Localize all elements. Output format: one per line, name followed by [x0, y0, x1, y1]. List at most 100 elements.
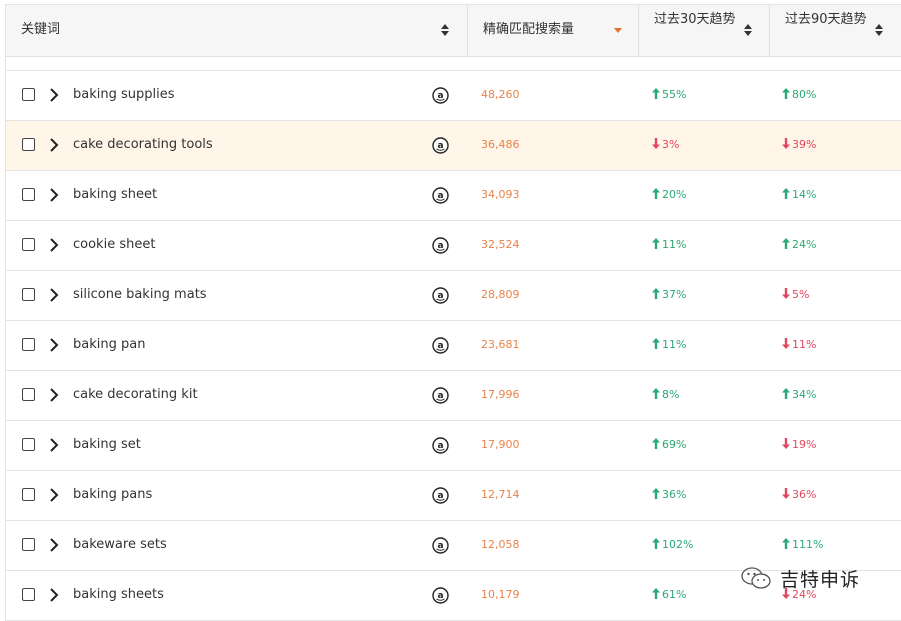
keyword-text: baking sheets	[73, 587, 164, 602]
arrow-up-icon	[652, 238, 662, 251]
table-row[interactable]: baking sheet a 34,093 20% 14%	[5, 171, 901, 221]
search-volume: 17,996	[481, 388, 520, 401]
arrow-up-icon	[652, 188, 662, 201]
trend30-percent: 55%	[662, 88, 687, 101]
search-volume: 23,681	[481, 338, 520, 351]
table-row[interactable]: cake decorating tools a 36,486 3% 39%	[5, 121, 901, 171]
trend90-percent: 80%	[792, 88, 817, 101]
amazon-icon[interactable]: a	[432, 237, 449, 254]
chevron-right-icon[interactable]	[47, 537, 61, 553]
search-volume: 48,260	[481, 88, 520, 101]
arrow-down-icon	[782, 438, 792, 451]
table-body: baking supplies a 48,260 55% 80% cake decorat…	[5, 71, 901, 621]
row-checkbox[interactable]	[22, 488, 35, 501]
amazon-icon[interactable]: a	[432, 137, 449, 154]
header-volume[interactable]: 精确匹配搜索量	[467, 5, 638, 56]
trend90-value: 36%	[782, 488, 816, 502]
row-checkbox[interactable]	[22, 588, 35, 601]
amazon-icon[interactable]: a	[432, 437, 449, 454]
table-spacer	[5, 57, 901, 71]
trend90-percent: 24%	[792, 238, 817, 251]
keyword-text: cake decorating kit	[73, 387, 198, 402]
arrow-up-icon	[782, 238, 792, 251]
keyword-text: bakeware sets	[73, 537, 167, 552]
search-volume: 12,058	[481, 538, 520, 551]
arrow-up-icon	[782, 188, 792, 201]
chevron-right-icon[interactable]	[47, 587, 61, 603]
arrow-up-icon	[652, 588, 662, 601]
amazon-icon[interactable]: a	[432, 487, 449, 504]
table-row[interactable]: cookie sheet a 32,524 11% 24%	[5, 221, 901, 271]
arrow-down-icon	[652, 138, 662, 151]
chevron-right-icon[interactable]	[47, 137, 61, 153]
trend30-value: 36%	[652, 488, 686, 502]
chevron-right-icon[interactable]	[47, 387, 61, 403]
sort-desc-icon[interactable]	[614, 28, 622, 33]
arrow-down-icon	[782, 288, 792, 301]
watermark: 吉特申诉	[740, 564, 860, 592]
amazon-icon[interactable]: a	[432, 537, 449, 554]
row-checkbox[interactable]	[22, 188, 35, 201]
amazon-icon[interactable]: a	[432, 337, 449, 354]
row-checkbox[interactable]	[22, 238, 35, 251]
trend30-value: 20%	[652, 188, 686, 202]
trend30-percent: 69%	[662, 438, 687, 451]
trend30-percent: 37%	[662, 288, 687, 301]
header-trend90-label: 过去90天趋势	[785, 12, 867, 27]
header-volume-label: 精确匹配搜索量	[483, 22, 575, 37]
trend30-value: 3%	[652, 138, 679, 152]
header-trend30[interactable]: 过去30天趋势	[638, 5, 769, 56]
table-row[interactable]: baking set a 17,900 69% 19%	[5, 421, 901, 471]
row-checkbox[interactable]	[22, 338, 35, 351]
trend30-value: 11%	[652, 338, 686, 352]
keyword-text: cookie sheet	[73, 237, 156, 252]
table-row[interactable]: silicone baking mats a 28,809 37% 5%	[5, 271, 901, 321]
keyword-text: baking sheet	[73, 187, 158, 202]
arrow-down-icon	[782, 338, 792, 351]
search-volume: 34,093	[481, 188, 520, 201]
arrow-up-icon	[652, 388, 662, 401]
table-row[interactable]: baking pan a 23,681 11% 11%	[5, 321, 901, 371]
header-trend90[interactable]: 过去90天趋势	[769, 5, 901, 56]
trend30-value: 69%	[652, 438, 686, 452]
table-row[interactable]: baking supplies a 48,260 55% 80%	[5, 71, 901, 121]
chevron-right-icon[interactable]	[47, 287, 61, 303]
trend90-value: 34%	[782, 388, 816, 402]
row-checkbox[interactable]	[22, 388, 35, 401]
header-keyword-label: 关键词	[21, 22, 61, 37]
chevron-right-icon[interactable]	[47, 487, 61, 503]
keyword-text: baking pans	[73, 487, 153, 502]
header-trend30-label: 过去30天趋势	[654, 12, 736, 27]
amazon-icon[interactable]: a	[432, 187, 449, 204]
trend30-percent: 20%	[662, 188, 687, 201]
sort-icon[interactable]	[441, 23, 449, 37]
row-checkbox[interactable]	[22, 438, 35, 451]
chevron-right-icon[interactable]	[47, 437, 61, 453]
header-keyword[interactable]: 关键词	[6, 5, 467, 56]
chevron-right-icon[interactable]	[47, 237, 61, 253]
amazon-icon[interactable]: a	[432, 387, 449, 404]
amazon-icon[interactable]: a	[432, 87, 449, 104]
search-volume: 36,486	[481, 138, 520, 151]
amazon-icon[interactable]: a	[432, 587, 449, 604]
sort-icon[interactable]	[875, 23, 883, 37]
arrow-up-icon	[652, 488, 662, 501]
chevron-right-icon[interactable]	[47, 187, 61, 203]
table-row[interactable]: cake decorating kit a 17,996 8% 34%	[5, 371, 901, 421]
row-checkbox[interactable]	[22, 88, 35, 101]
keyword-text: baking set	[73, 437, 141, 452]
chevron-right-icon[interactable]	[47, 87, 61, 103]
row-checkbox[interactable]	[22, 538, 35, 551]
row-checkbox[interactable]	[22, 138, 35, 151]
trend90-value: 19%	[782, 438, 816, 452]
trend90-percent: 14%	[792, 188, 817, 201]
row-checkbox[interactable]	[22, 288, 35, 301]
table-row[interactable]: baking pans a 12,714 36% 36%	[5, 471, 901, 521]
trend30-percent: 3%	[662, 138, 680, 151]
trend30-value: 37%	[652, 288, 686, 302]
trend90-percent: 36%	[792, 488, 817, 501]
amazon-icon[interactable]: a	[432, 287, 449, 304]
trend90-value: 39%	[782, 138, 816, 152]
chevron-right-icon[interactable]	[47, 337, 61, 353]
sort-icon[interactable]	[744, 23, 752, 37]
